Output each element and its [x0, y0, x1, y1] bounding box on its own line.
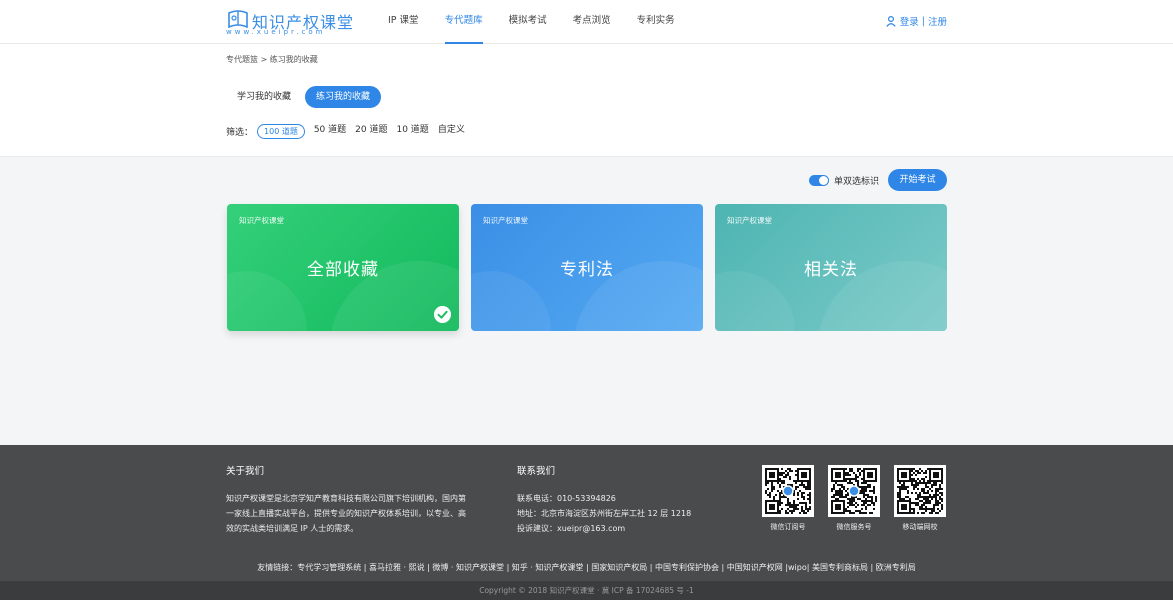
top-header: 知识产权课堂 www.xueipr.com IP 课堂 专代题库 模拟考试 考点…: [0, 0, 1173, 44]
site-logo[interactable]: 知识产权课堂 www.xueipr.com: [226, 6, 356, 38]
qr-label: 微信服务号: [836, 523, 872, 531]
contact-address: 地址：北京市海淀区苏州街左岸工社 12 层 1218: [517, 509, 692, 518]
tab-practice-favorites[interactable]: 练习我的收藏: [305, 86, 382, 108]
filter-custom[interactable]: 自定义: [438, 124, 465, 139]
qr-mobile: 移动端网校: [894, 465, 946, 532]
filter-panel: 专代题篮 > 练习我的收藏 学习我的收藏 练习我的收藏 筛选： 100 道题 5…: [0, 44, 1173, 157]
card-related-law[interactable]: 知识产权课堂 相关法: [715, 204, 947, 331]
toggle-label: 单双选标识: [834, 177, 880, 187]
user-icon: [886, 15, 896, 27]
logo-url: www.xueipr.com: [226, 28, 326, 36]
qr-label: 微信订阅号: [770, 523, 806, 531]
breadcrumb: 专代题篮 > 练习我的收藏: [226, 55, 318, 64]
auth-links: 登录 | 注册: [886, 14, 947, 28]
qr-service: 微信服务号: [828, 465, 880, 532]
auth-divider: |: [921, 15, 925, 27]
footer-contact: 联系我们 联系电话：010-53394826 地址：北京市海淀区苏州街左岸工社 …: [517, 463, 737, 536]
card-brand: 知识产权课堂: [483, 216, 528, 225]
main-nav: IP 课堂 专代题库 模拟考试 考点浏览 专利实务: [388, 0, 701, 44]
contact-title: 联系我们: [517, 466, 556, 477]
filter-10[interactable]: 10 道题: [396, 124, 428, 139]
login-link[interactable]: 登录: [900, 14, 919, 28]
register-link[interactable]: 注册: [928, 14, 947, 28]
card-patent-law[interactable]: 知识产权课堂 专利法: [471, 204, 703, 331]
nav-ip-class[interactable]: IP 课堂: [388, 0, 419, 44]
card-decoration: [471, 271, 551, 331]
question-count-filter: 筛选： 100 道题 50 道题 20 道题 10 道题 自定义: [226, 124, 474, 139]
nav-mock-exam[interactable]: 模拟考试: [509, 0, 547, 44]
filter-20[interactable]: 20 道题: [355, 124, 387, 139]
card-decoration: [227, 271, 307, 331]
card-brand: 知识产权课堂: [727, 216, 772, 225]
card-all-favorites[interactable]: 知识产权课堂 全部收藏: [227, 204, 459, 331]
start-exam-button[interactable]: 开始考试: [888, 169, 947, 191]
collection-tabs: 学习我的收藏 练习我的收藏: [226, 86, 384, 108]
card-title: 全部收藏: [307, 260, 379, 280]
contact-email: 投诉建议：xueipr@163.com: [517, 524, 626, 533]
toggle-switch[interactable]: [809, 175, 829, 186]
about-text: 知识产权课堂是北京学知产教育科技有限公司旗下培训机构，国内第一家线上直播实战平台…: [226, 494, 466, 533]
card-decoration: [715, 271, 795, 331]
single-multi-toggle[interactable]: 单双选标识: [809, 174, 879, 187]
check-icon: [434, 306, 451, 323]
filter-label: 筛选：: [226, 128, 254, 138]
logo-book-icon: [228, 10, 248, 29]
qr-code-icon: [897, 468, 943, 514]
nav-question-bank[interactable]: 专代题库: [444, 0, 483, 44]
site-footer: 关于我们 知识产权课堂是北京学知产教育科技有限公司旗下培训机构，国内第一家线上直…: [0, 445, 1173, 581]
footer-about: 关于我们 知识产权课堂是北京学知产教育科技有限公司旗下培训机构，国内第一家线上直…: [226, 463, 466, 536]
about-title: 关于我们: [226, 466, 265, 477]
filter-100[interactable]: 100 道题: [257, 124, 305, 139]
filter-50[interactable]: 50 道题: [314, 124, 346, 139]
contact-phone: 联系电话：010-53394826: [517, 494, 616, 503]
qr-code-icon: [765, 468, 811, 514]
card-title: 专利法: [560, 260, 614, 280]
qr-code-icon: [831, 468, 877, 514]
card-brand: 知识产权课堂: [239, 216, 284, 225]
tab-study-favorites[interactable]: 学习我的收藏: [226, 86, 302, 108]
copyright: Copyright © 2018 知识产权课堂 · 冀 ICP 备 170246…: [0, 581, 1173, 600]
friend-links[interactable]: 友情链接：专代学习管理系统 | 喜马拉雅 · 熙说 | 微博 · 知识产权课堂 …: [0, 562, 1173, 573]
card-title: 相关法: [804, 260, 858, 280]
nav-patent-practice[interactable]: 专利实务: [637, 0, 675, 44]
qr-subscription: 微信订阅号: [762, 465, 814, 532]
nav-key-points[interactable]: 考点浏览: [573, 0, 611, 44]
qr-label: 移动端网校: [902, 523, 938, 531]
